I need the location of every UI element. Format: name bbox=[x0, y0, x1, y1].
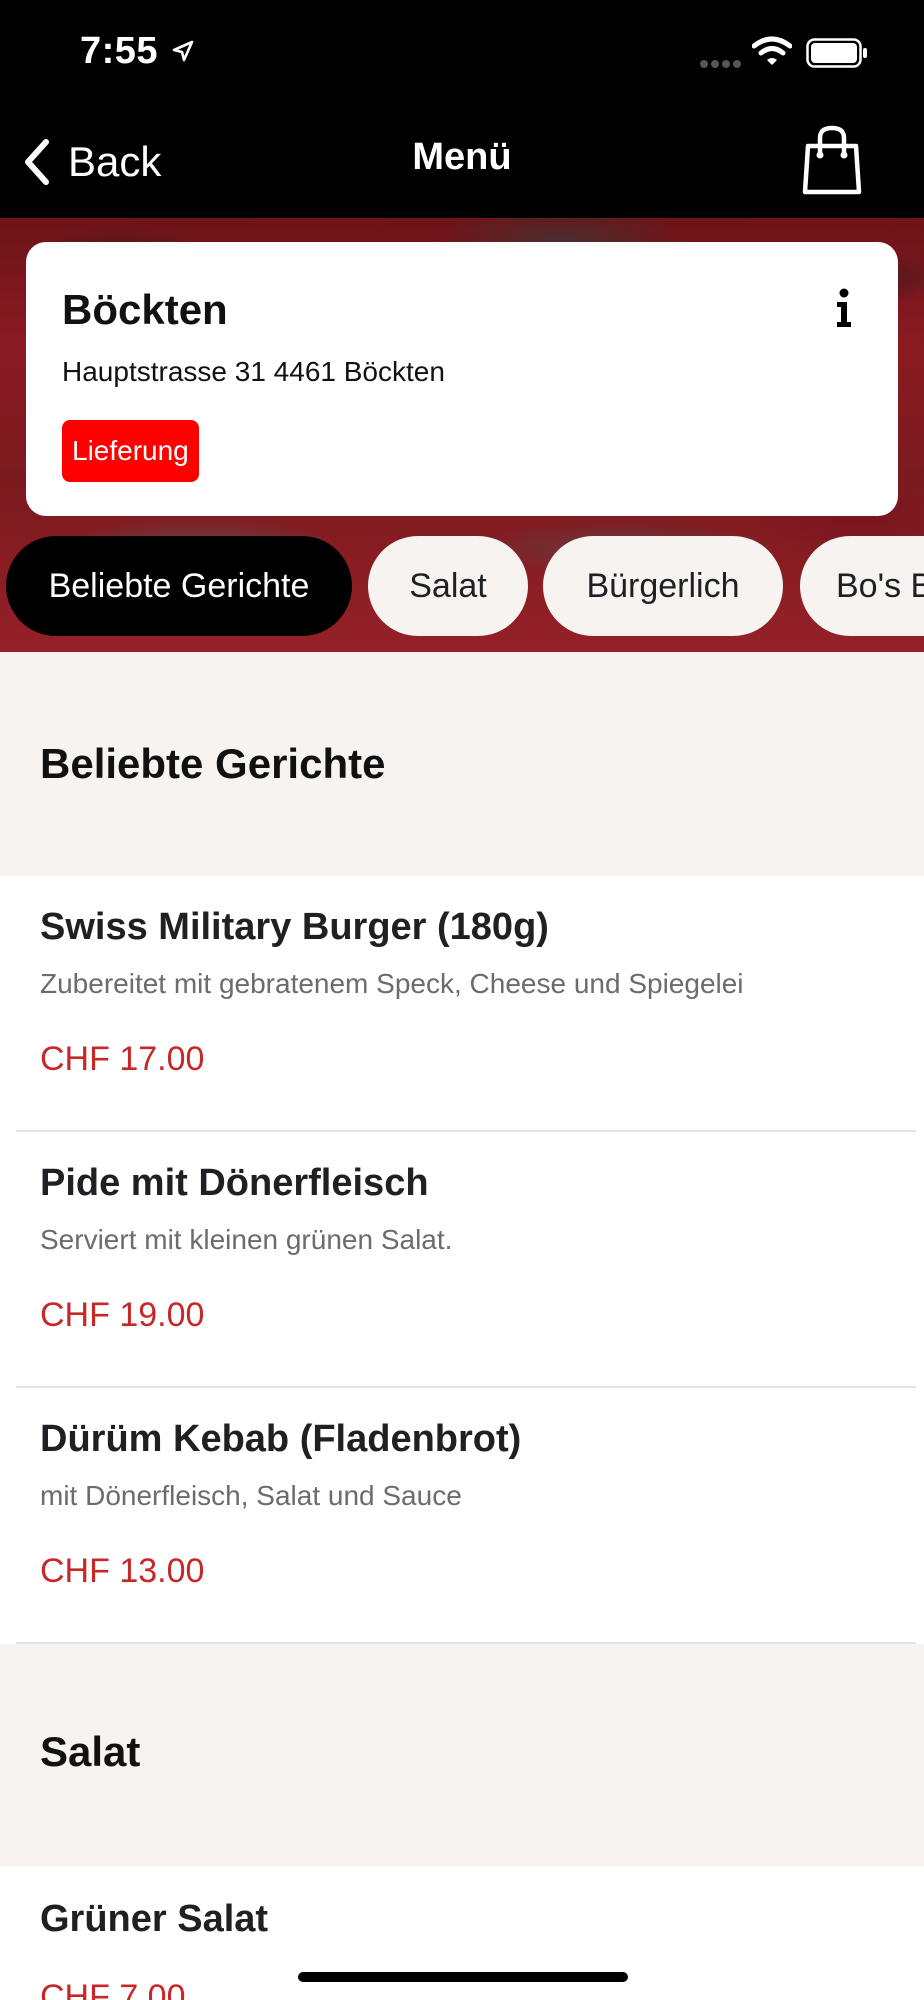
battery-icon bbox=[806, 38, 868, 73]
section-header: Salat bbox=[0, 1644, 924, 1866]
section-header: Beliebte Gerichte bbox=[0, 652, 924, 876]
item-name: Grüner Salat bbox=[40, 1898, 269, 1940]
category-tabs: Beliebte Gerichte Salat Bürgerlich Bo's … bbox=[0, 536, 924, 636]
category-tab-bos-burger[interactable]: Bo's Burger bbox=[800, 536, 924, 636]
category-tab-salat[interactable]: Salat bbox=[368, 536, 528, 636]
restaurant-info-card: Böckten Hauptstrasse 31 4461 Böckten Lie… bbox=[26, 242, 898, 516]
item-price: CHF 19.00 bbox=[40, 1296, 205, 1334]
section-title: Salat bbox=[40, 1728, 141, 1775]
status-time: 7:55 bbox=[80, 30, 159, 72]
restaurant-address: Hauptstrasse 31 4461 Böckten bbox=[62, 356, 445, 387]
status-bar: 7:55 bbox=[0, 0, 924, 104]
menu-list: Beliebte Gerichte Swiss Military Burger … bbox=[0, 652, 924, 2000]
category-tab-buergerlich[interactable]: Bürgerlich bbox=[543, 536, 783, 636]
info-icon[interactable] bbox=[834, 288, 854, 333]
item-price: CHF 13.00 bbox=[40, 1552, 205, 1590]
shopping-bag-icon[interactable] bbox=[802, 124, 862, 201]
delivery-badge: Lieferung bbox=[62, 420, 199, 482]
menu-item[interactable]: Pide mit Dönerfleisch Serviert mit klein… bbox=[0, 1132, 924, 1388]
item-name: Dürüm Kebab (Fladenbrot) bbox=[40, 1418, 522, 1460]
restaurant-name: Böckten bbox=[62, 286, 228, 333]
menu-item[interactable]: Swiss Military Burger (180g) Zubereitet … bbox=[0, 876, 924, 1132]
item-description: mit Dönerfleisch, Salat und Sauce bbox=[40, 1480, 462, 1511]
category-tab-beliebte-gerichte[interactable]: Beliebte Gerichte bbox=[6, 536, 352, 636]
home-indicator bbox=[298, 1972, 628, 1982]
wifi-icon bbox=[751, 36, 793, 71]
menu-item[interactable]: Dürüm Kebab (Fladenbrot) mit Dönerfleisc… bbox=[0, 1388, 924, 1644]
item-price: CHF 17.00 bbox=[40, 1040, 205, 1078]
item-description: Zubereitet mit gebratenem Speck, Cheese … bbox=[40, 968, 744, 999]
cellular-signal-icon bbox=[700, 56, 742, 74]
top-bar: 7:55 Back Menü bbox=[0, 0, 924, 218]
item-name: Pide mit Dönerfleisch bbox=[40, 1162, 429, 1204]
page-title: Menü bbox=[412, 136, 512, 178]
item-price: CHF 7.00 bbox=[40, 1978, 186, 2000]
section-title: Beliebte Gerichte bbox=[40, 740, 386, 787]
item-name: Swiss Military Burger (180g) bbox=[40, 906, 549, 948]
location-arrow-icon bbox=[172, 40, 194, 67]
item-description: Serviert mit kleinen grünen Salat. bbox=[40, 1224, 453, 1255]
